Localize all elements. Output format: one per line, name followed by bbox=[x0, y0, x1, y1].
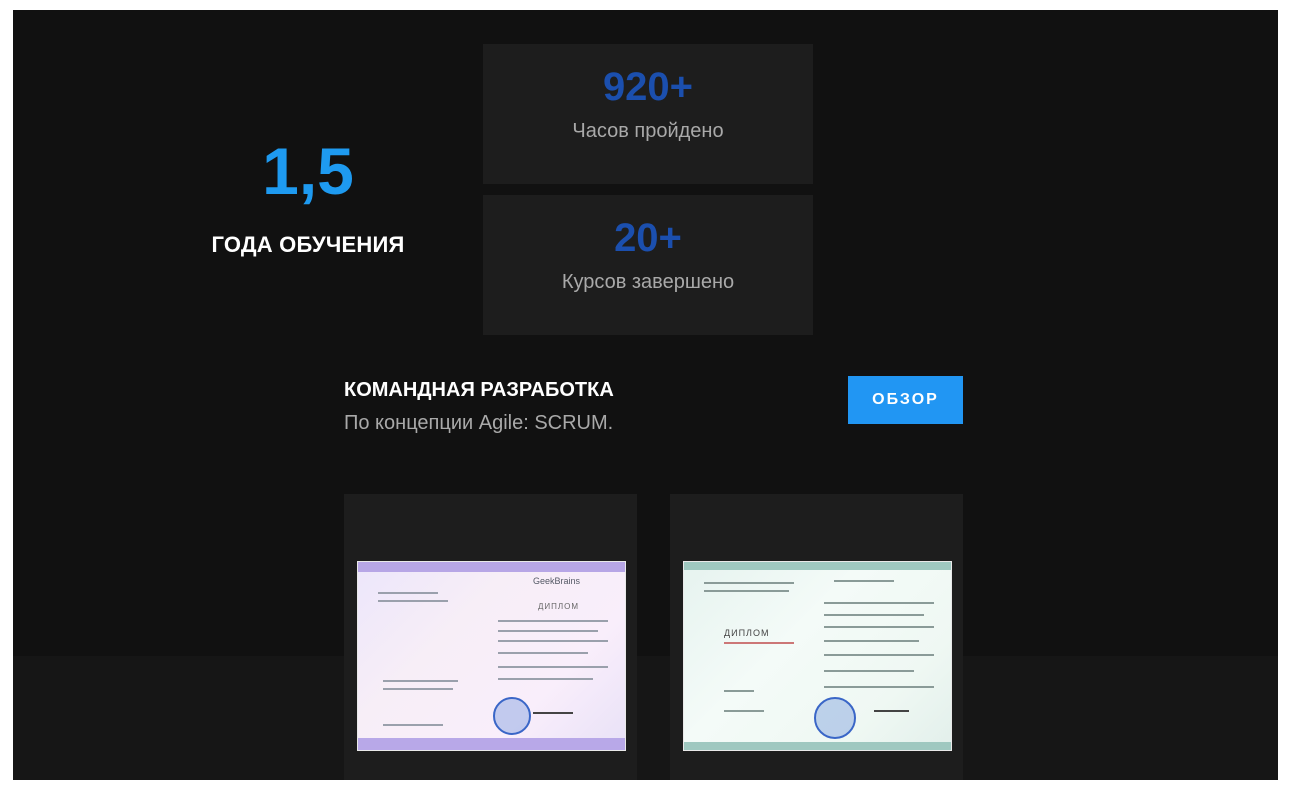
hours-value: 920+ bbox=[602, 65, 694, 109]
text-line bbox=[824, 640, 919, 642]
lower-band bbox=[13, 656, 1278, 780]
certificate-top-border bbox=[358, 562, 625, 572]
certificate-card-2[interactable]: ДИПЛОМ bbox=[670, 494, 963, 780]
text-line bbox=[498, 630, 598, 632]
study-duration-label: ГОДА ОБУЧЕНИЯ bbox=[211, 232, 405, 257]
text-line bbox=[498, 678, 593, 680]
certificate-card-1[interactable]: GeekBrains ДИПЛОМ bbox=[344, 494, 637, 780]
course-title: КОМАНДНАЯ РАЗРАБОТКА bbox=[344, 379, 614, 401]
certificate-brand: GeekBrains bbox=[533, 576, 581, 586]
text-line bbox=[724, 690, 754, 692]
text-line bbox=[383, 724, 443, 726]
signature-line bbox=[533, 712, 573, 714]
seal-icon bbox=[493, 697, 531, 735]
courses-stat-card: 20+ Курсов завершено bbox=[483, 195, 813, 335]
certificate-bottom-border bbox=[358, 738, 625, 750]
text-line bbox=[378, 592, 438, 594]
page: 1,5 ГОДА ОБУЧЕНИЯ 920+ Часов пройдено 20… bbox=[13, 10, 1278, 780]
text-line bbox=[498, 620, 608, 622]
seal-icon bbox=[814, 697, 856, 739]
text-line bbox=[498, 652, 588, 654]
signature-line bbox=[874, 710, 909, 712]
certificate-doc-title: ДИПЛОМ bbox=[724, 628, 770, 638]
text-line bbox=[383, 680, 458, 682]
courses-label: Курсов завершено bbox=[561, 271, 735, 293]
text-line bbox=[834, 580, 894, 582]
text-line bbox=[378, 600, 448, 602]
certificate-top-border bbox=[684, 562, 951, 570]
text-line bbox=[824, 654, 934, 656]
review-button[interactable]: ОБЗОР bbox=[848, 376, 963, 424]
text-line bbox=[824, 602, 934, 604]
text-line bbox=[704, 582, 794, 584]
study-duration-stat: 1,5 ГОДА ОБУЧЕНИЯ bbox=[168, 130, 448, 258]
text-line bbox=[704, 590, 789, 592]
text-line bbox=[724, 710, 764, 712]
hours-stat-card: 920+ Часов пройдено bbox=[483, 44, 813, 184]
text-line bbox=[383, 688, 453, 690]
certificate-image-2[interactable]: ДИПЛОМ bbox=[683, 561, 952, 751]
study-duration-value: 1,5 bbox=[262, 134, 354, 208]
certificate-bottom-border bbox=[684, 742, 951, 750]
hours-label: Часов пройдено bbox=[572, 120, 724, 142]
certificate-image-1[interactable]: GeekBrains ДИПЛОМ bbox=[357, 561, 626, 751]
course-subtitle: По концепции Agile: SCRUM. bbox=[344, 412, 614, 434]
text-line bbox=[498, 640, 608, 642]
text-line bbox=[824, 670, 914, 672]
certificate-doc-title: ДИПЛОМ bbox=[538, 602, 580, 611]
text-line bbox=[824, 686, 934, 688]
text-line bbox=[498, 666, 608, 668]
text-line bbox=[824, 614, 924, 616]
text-line bbox=[824, 626, 934, 628]
text-line bbox=[724, 642, 794, 644]
courses-value: 20+ bbox=[614, 216, 682, 260]
